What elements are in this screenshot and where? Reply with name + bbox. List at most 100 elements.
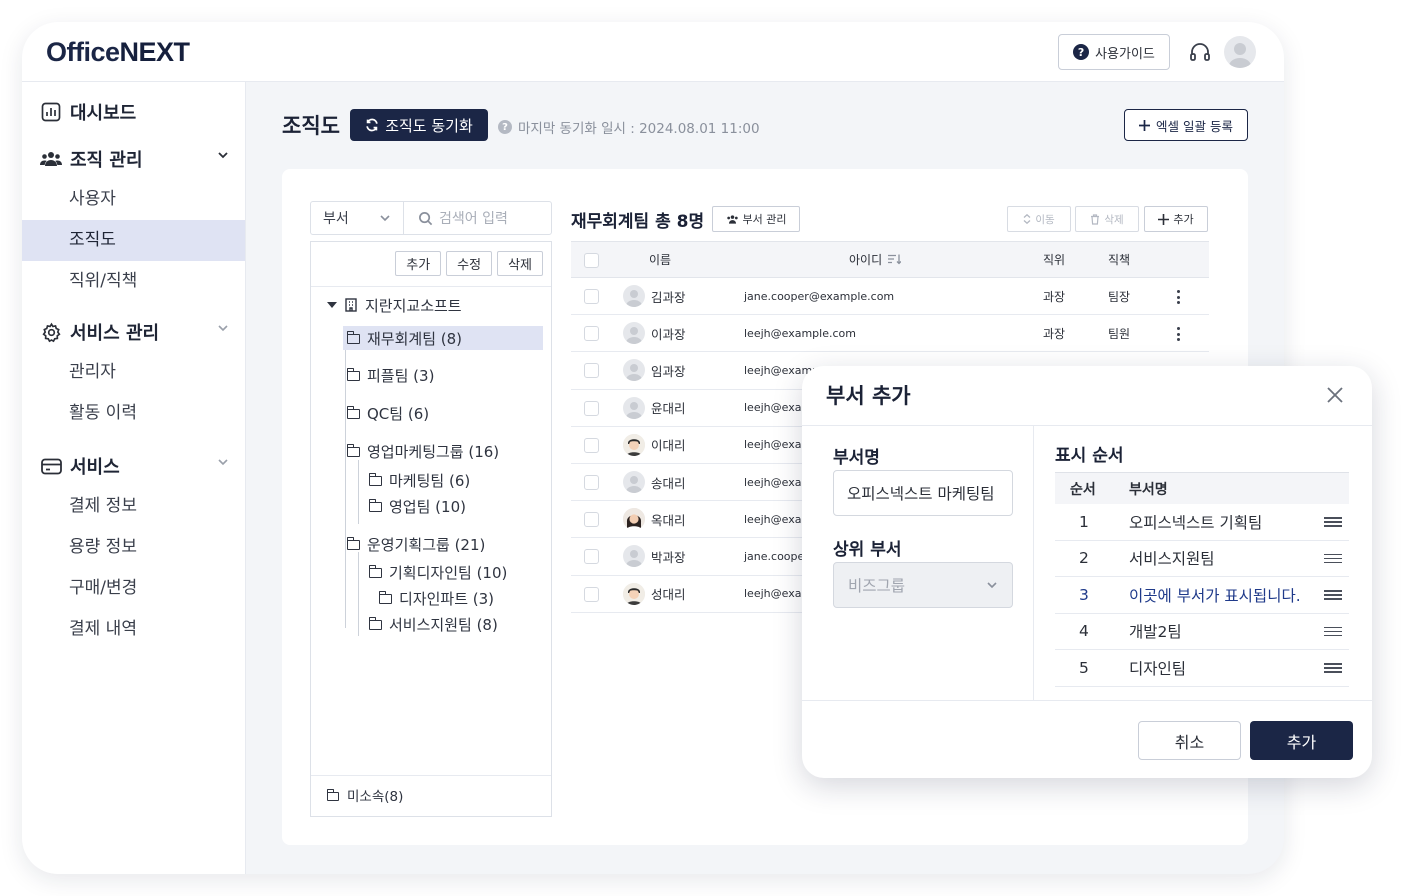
member-id: leejh@examp: [744, 363, 820, 377]
sync-org-button[interactable]: 조직도 동기화: [350, 109, 488, 141]
tree-node[interactable]: 서비스지원팀 (8): [368, 612, 498, 636]
user-avatar[interactable]: [1224, 36, 1256, 68]
chevron-down-icon[interactable]: [217, 458, 229, 466]
add-member-button[interactable]: 추가: [1144, 206, 1208, 232]
member-name: 이대리: [651, 438, 686, 454]
search-input[interactable]: 검색어 입력: [404, 202, 551, 234]
sidebar-group-service-mgmt[interactable]: 서비스 관리: [22, 312, 245, 352]
plus-icon: [1158, 213, 1170, 225]
member-name-cell: 이대리: [623, 427, 686, 463]
row-checkbox[interactable]: [584, 400, 599, 416]
add-dept-modal: 부서 추가 부서명 오피스넥스트 마케팅팀 상위 부서 비즈그룹 표시 순서 순…: [802, 366, 1372, 778]
tree-node[interactable]: 영업팀 (10): [368, 494, 466, 518]
refresh-icon: [366, 118, 378, 132]
sidebar-item-positions[interactable]: 직위/직책: [22, 261, 245, 302]
tree-node[interactable]: 기획디자인팀 (10): [368, 560, 508, 584]
user-guide-button[interactable]: ? 사용가이드: [1058, 34, 1170, 70]
add-button[interactable]: 추가: [1250, 721, 1353, 760]
member-id: leejh@exam: [744, 475, 813, 489]
caret-down-icon[interactable]: [327, 301, 337, 309]
drag-handle-icon[interactable]: [1324, 553, 1342, 564]
chevron-down-icon[interactable]: [217, 324, 229, 332]
tree-node[interactable]: QC팀 (6): [346, 401, 429, 425]
sidebar-item-users[interactable]: 사용자: [22, 179, 245, 220]
order-row[interactable]: 2 서비스지원팀: [1055, 541, 1349, 577]
table-row[interactable]: 김과장 jane.cooper@example.com 과장 팀장: [571, 278, 1209, 316]
sidebar: 대시보드 조직 관리 사용자 조직도 직위/직책 서비스 관리 관리자 활동 이…: [22, 82, 246, 874]
order-num: 3: [1079, 585, 1089, 604]
dept-manage-button[interactable]: 부서 관리: [712, 206, 800, 232]
dept-name-input[interactable]: 오피스넥스트 마케팅팀: [833, 470, 1013, 516]
row-checkbox[interactable]: [584, 549, 599, 565]
order-row[interactable]: 5 디자인팀: [1055, 650, 1349, 687]
drag-handle-icon[interactable]: [1324, 590, 1342, 600]
sidebar-item-payment-history[interactable]: 결제 내역: [22, 609, 245, 650]
order-row[interactable]: 4 개발2팀: [1055, 614, 1349, 650]
sort-icon[interactable]: [888, 254, 902, 265]
parent-dept-select[interactable]: 비즈그룹: [833, 562, 1013, 608]
dept-name-label: 부서명: [833, 448, 880, 468]
tree-node[interactable]: 피플팀 (3): [346, 363, 434, 387]
sidebar-group-org[interactable]: 조직 관리: [22, 139, 245, 179]
row-checkbox[interactable]: [584, 326, 599, 342]
order-table-header: 순서 부서명: [1055, 472, 1349, 504]
delete-label: 삭제: [1104, 213, 1124, 226]
row-checkbox[interactable]: [584, 586, 599, 602]
cancel-button[interactable]: 취소: [1138, 721, 1241, 760]
close-icon[interactable]: [1326, 386, 1344, 404]
drag-handle-icon[interactable]: [1324, 517, 1342, 527]
logo[interactable]: OfficeNEXT: [46, 37, 190, 68]
search-scope-select[interactable]: 부서: [311, 202, 404, 234]
move-button[interactable]: 이동: [1007, 206, 1071, 232]
row-checkbox[interactable]: [584, 474, 599, 490]
tree-line: [345, 338, 346, 628]
tree-node[interactable]: 마케팅팀 (6): [368, 468, 470, 492]
tree-node[interactable]: 운영기획그룹 (21): [346, 532, 486, 556]
member-role: 팀원: [1108, 326, 1131, 341]
select-all-checkbox[interactable]: [584, 253, 599, 268]
sidebar-item-activity[interactable]: 활동 이력: [22, 393, 245, 434]
sync-org-label: 조직도 동기화: [385, 116, 473, 135]
sidebar-item-storage-info[interactable]: 용량 정보: [22, 527, 245, 568]
tree-node-label: 운영기획그룹 (21): [367, 535, 486, 554]
chevron-down-icon[interactable]: [217, 151, 229, 159]
more-icon[interactable]: [1177, 327, 1181, 342]
headset-icon[interactable]: [1188, 40, 1212, 64]
more-icon[interactable]: [1177, 290, 1181, 304]
sidebar-item-payment-info[interactable]: 결제 정보: [22, 486, 245, 527]
top-bar: OfficeNEXT ? 사용가이드: [22, 22, 1284, 82]
row-checkbox[interactable]: [584, 512, 599, 528]
sidebar-item-org-chart[interactable]: 조직도: [22, 220, 245, 261]
row-checkbox[interactable]: [584, 437, 599, 453]
sidebar-group-dashboard[interactable]: 대시보드: [22, 92, 245, 132]
tree-delete-button[interactable]: 삭제: [497, 251, 543, 276]
tree-add-button[interactable]: 추가: [395, 251, 442, 276]
folder-icon: [378, 591, 392, 604]
delete-button[interactable]: 삭제: [1075, 206, 1139, 232]
row-checkbox[interactable]: [584, 289, 599, 304]
member-role: 팀장: [1108, 289, 1131, 304]
search-scope-value: 부서: [323, 211, 349, 227]
sidebar-item-admins[interactable]: 관리자: [22, 352, 245, 393]
order-row[interactable]: 1 오피스넥스트 기획팀: [1055, 504, 1349, 541]
table-row[interactable]: 이과장 leejh@example.com 과장 팀원: [571, 315, 1209, 353]
sidebar-item-purchase[interactable]: 구매/변경: [22, 568, 245, 609]
tree-edit-button[interactable]: 수정: [446, 251, 493, 276]
member-id: leejh@exam: [744, 401, 813, 415]
drag-handle-icon[interactable]: [1324, 626, 1342, 637]
tree-node-selected[interactable]: 재무회계팀 (8): [343, 326, 543, 350]
row-checkbox[interactable]: [584, 363, 599, 379]
column-header-id[interactable]: 아이디: [849, 242, 902, 277]
drag-handle-icon[interactable]: [1324, 663, 1342, 673]
tree-node[interactable]: 디자인파트 (3): [378, 586, 494, 610]
order-dept-name: 개발2팀: [1129, 623, 1182, 642]
dashboard-icon: [40, 101, 62, 123]
sidebar-group-service[interactable]: 서비스: [22, 446, 245, 486]
tree-root[interactable]: 지란지교소프트: [327, 293, 462, 317]
order-row-new-dept[interactable]: 3 이곳에 부서가 표시됩니다.: [1055, 577, 1349, 614]
excel-import-button[interactable]: 엑셀 일괄 등록: [1124, 109, 1248, 141]
tree-node-unassigned[interactable]: 미소속(8): [326, 785, 403, 805]
tree-node[interactable]: 영업마케팅그룹 (16): [346, 439, 499, 463]
divider: [802, 700, 1372, 701]
tree-node-label: 기획디자인팀 (10): [389, 563, 508, 582]
